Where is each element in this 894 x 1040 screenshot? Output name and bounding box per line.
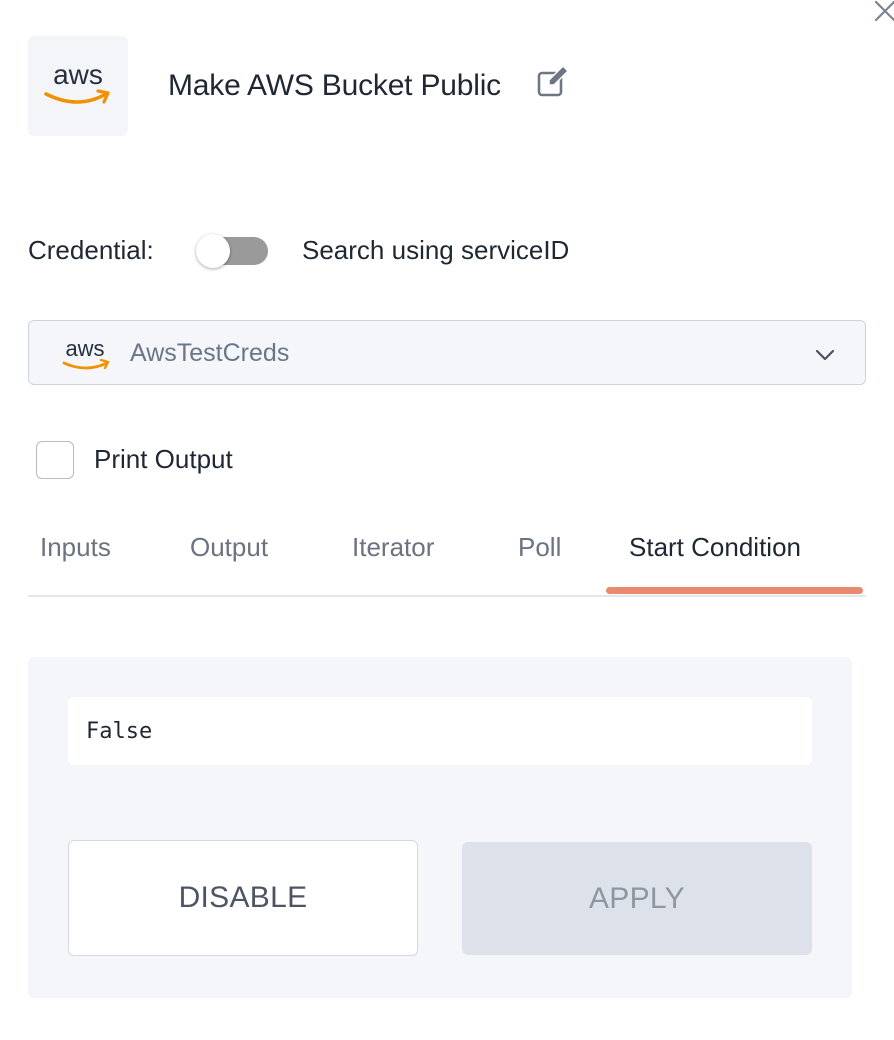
aws-logo-icon: aws (62, 337, 110, 370)
tabs-divider (28, 595, 866, 597)
start-condition-panel: DISABLE APPLY (28, 657, 852, 998)
aws-logo-icon: aws (44, 60, 110, 104)
active-tab-indicator (606, 587, 863, 594)
toggle-knob (196, 234, 230, 268)
aws-logo: aws (28, 36, 128, 136)
print-output-label: Print Output (94, 444, 233, 474)
chevron-down-icon (815, 349, 835, 361)
tab-inputs[interactable]: Inputs (40, 530, 111, 564)
close-button[interactable] (868, 0, 894, 26)
tab-start-condition[interactable]: Start Condition (629, 530, 801, 564)
edit-title-button[interactable] (537, 65, 571, 99)
start-condition-input[interactable] (68, 697, 812, 765)
svg-text:aws: aws (53, 60, 103, 90)
close-icon (874, 0, 894, 22)
print-output-checkbox[interactable] (36, 441, 74, 479)
credential-label: Credential: (28, 235, 154, 265)
toggle-label: Search using serviceID (302, 235, 570, 265)
svg-text:aws: aws (65, 337, 104, 361)
credential-select[interactable]: aws AwsTestCreds (28, 320, 866, 385)
tab-output[interactable]: Output (190, 530, 268, 564)
tab-poll[interactable]: Poll (518, 530, 561, 564)
tab-iterator[interactable]: Iterator (352, 530, 434, 564)
search-serviceid-toggle[interactable] (196, 234, 268, 268)
edit-icon (537, 65, 569, 97)
apply-button[interactable]: APPLY (462, 842, 812, 955)
page-title: Make AWS Bucket Public (168, 69, 501, 102)
disable-button[interactable]: DISABLE (68, 840, 418, 956)
credential-select-value: AwsTestCreds (130, 339, 290, 367)
